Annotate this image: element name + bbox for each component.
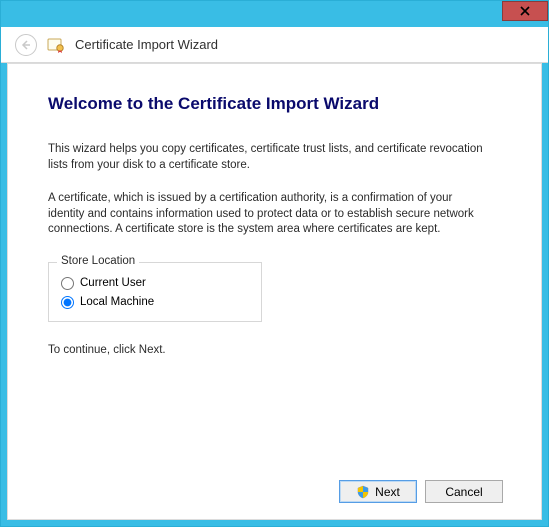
radio-current-user-input[interactable] <box>61 277 74 290</box>
close-icon <box>520 6 530 16</box>
intro-paragraph-1: This wizard helps you copy certificates,… <box>48 142 488 173</box>
radio-local-machine[interactable]: Local Machine <box>61 296 249 309</box>
close-button[interactable] <box>502 1 548 21</box>
wizard-title: Certificate Import Wizard <box>75 37 218 52</box>
page-heading: Welcome to the Certificate Import Wizard <box>48 94 503 114</box>
cancel-button-label: Cancel <box>445 485 482 499</box>
cancel-button[interactable]: Cancel <box>425 480 503 503</box>
certificate-icon <box>47 37 65 53</box>
window-frame: Certificate Import Wizard Welcome to the… <box>0 0 549 527</box>
continue-hint: To continue, click Next. <box>48 344 503 356</box>
store-location-legend: Store Location <box>57 255 139 267</box>
header-strip: Certificate Import Wizard <box>1 27 548 63</box>
radio-local-machine-label: Local Machine <box>80 296 154 308</box>
intro-paragraph-2: A certificate, which is issued by a cert… <box>48 191 488 238</box>
store-location-group: Store Location Current User Local Machin… <box>48 262 262 322</box>
radio-current-user-label: Current User <box>80 277 146 289</box>
radio-local-machine-input[interactable] <box>61 296 74 309</box>
radio-current-user[interactable]: Current User <box>61 277 249 290</box>
back-button <box>15 34 37 56</box>
next-button[interactable]: Next <box>339 480 417 503</box>
next-button-label: Next <box>375 485 400 499</box>
titlebar <box>1 1 548 27</box>
content-area: Welcome to the Certificate Import Wizard… <box>7 63 542 520</box>
uac-shield-icon <box>356 485 370 499</box>
back-arrow-icon <box>20 39 32 51</box>
button-row: Next Cancel <box>48 470 503 503</box>
